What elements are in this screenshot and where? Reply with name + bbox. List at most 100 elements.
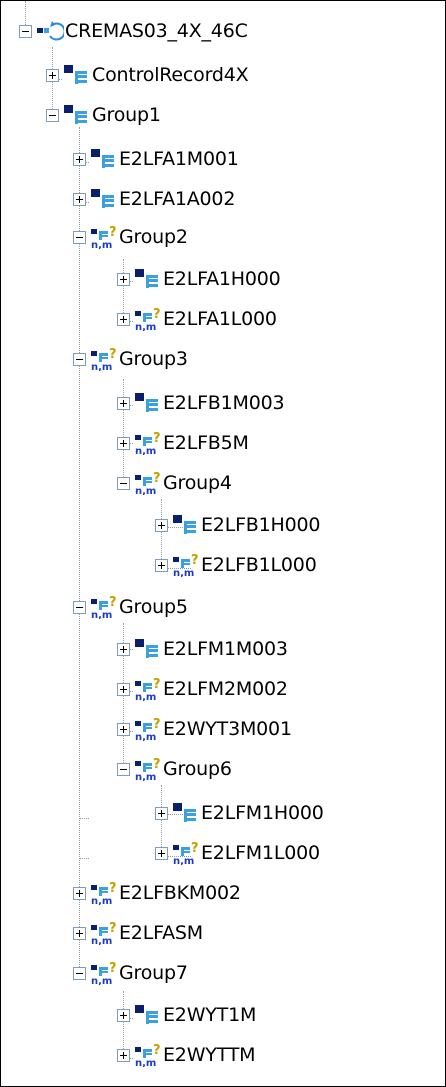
expand-icon[interactable] xyxy=(155,806,168,820)
expand-icon[interactable] xyxy=(46,68,59,82)
tree-node-label: E2LFM2M002 xyxy=(163,678,288,700)
svg-text:n,m: n,m xyxy=(135,1058,156,1067)
svg-text:?: ? xyxy=(153,307,161,322)
tree-node-label: Group2 xyxy=(119,226,188,248)
expand-icon[interactable] xyxy=(155,558,168,572)
collapse-icon[interactable] xyxy=(73,230,86,244)
tree-node-e2lfasm[interactable]: ? n,m E2LFASM xyxy=(73,915,203,951)
tree-node-label: Group5 xyxy=(119,596,188,618)
svg-text:n,m: n,m xyxy=(135,772,156,781)
tree-node-label: Group1 xyxy=(92,104,161,126)
segment-icon xyxy=(91,189,114,208)
optional-multiple-segment-icon: ? n,m xyxy=(91,881,117,905)
expand-icon[interactable] xyxy=(117,642,130,656)
expand-icon[interactable] xyxy=(73,926,86,940)
svg-text:n,m: n,m xyxy=(135,692,156,701)
expand-icon[interactable] xyxy=(117,396,130,410)
svg-text:?: ? xyxy=(153,471,161,486)
tree-node-cremas03-4x-46c[interactable]: CREMAS03_4X_46C xyxy=(19,13,248,49)
collapse-icon[interactable] xyxy=(19,24,32,38)
expand-icon[interactable] xyxy=(73,152,86,166)
collapse-icon[interactable] xyxy=(117,762,130,776)
segment-icon xyxy=(64,65,87,84)
tree-node-e2wyt1m[interactable]: E2WYT1M xyxy=(117,997,256,1033)
tree-node-e2lfa1a002[interactable]: E2LFA1A002 xyxy=(73,181,235,217)
expand-icon[interactable] xyxy=(117,682,130,696)
collapse-icon[interactable] xyxy=(117,476,130,490)
tree-node-group2[interactable]: ? n,m Group2 xyxy=(73,219,188,255)
tree-node-label: E2LFA1M001 xyxy=(119,148,239,170)
tree-node-e2lfa1m001[interactable]: E2LFA1M001 xyxy=(73,141,239,177)
expand-icon[interactable] xyxy=(73,192,86,206)
segment-icon xyxy=(135,393,158,412)
tree-node-controlrecord4x[interactable]: ControlRecord4X xyxy=(46,57,249,93)
tree-node-label: Group7 xyxy=(119,962,188,984)
tree-connector-line xyxy=(79,858,89,859)
expand-icon[interactable] xyxy=(117,436,130,450)
tree-node-label: ControlRecord4X xyxy=(92,64,249,86)
tree-node-e2wyt3m001[interactable]: ? n,m E2WYT3M001 xyxy=(117,711,292,747)
tree-node-e2lfm1m003[interactable]: E2LFM1M003 xyxy=(117,631,288,667)
tree-node-label: Group6 xyxy=(163,758,232,780)
optional-multiple-segment-icon: ? n,m xyxy=(135,471,161,495)
svg-text:n,m: n,m xyxy=(91,976,112,985)
segment-icon xyxy=(64,105,87,124)
tree-node-group3[interactable]: ? n,m Group3 xyxy=(73,341,188,377)
tree-node-group1[interactable]: Group1 xyxy=(46,97,161,133)
segment-icon xyxy=(91,149,114,168)
tree-node-e2lfb5m[interactable]: ? n,m E2LFB5M xyxy=(117,425,249,461)
collapse-icon[interactable] xyxy=(73,352,86,366)
tree-node-label: E2LFM1H000 xyxy=(201,802,324,824)
expand-icon[interactable] xyxy=(73,886,86,900)
tree-node-e2lfb1h000[interactable]: E2LFB1H000 xyxy=(155,507,320,543)
tree-node-group7[interactable]: ? n,m Group7 xyxy=(73,955,188,991)
tree-node-label: E2WYT3M001 xyxy=(163,718,292,740)
expand-icon[interactable] xyxy=(117,722,130,736)
tree-node-e2lfm2m002[interactable]: ? n,m E2LFM2M002 xyxy=(117,671,288,707)
expand-icon[interactable] xyxy=(117,1048,130,1062)
expand-icon[interactable] xyxy=(155,846,168,860)
collapse-icon[interactable] xyxy=(73,600,86,614)
optional-multiple-segment-icon: ? n,m xyxy=(91,921,117,945)
tree-node-e2lfm1l000[interactable]: ? n,m E2LFM1L000 xyxy=(155,835,320,871)
expand-icon[interactable] xyxy=(155,518,168,532)
tree-node-e2lfm1h000[interactable]: E2LFM1H000 xyxy=(155,795,324,831)
svg-text:n,m: n,m xyxy=(91,896,112,905)
tree-node-label: E2LFASM xyxy=(119,922,203,944)
tree-node-e2lfa1l000[interactable]: ? n,m E2LFA1L000 xyxy=(117,301,277,337)
svg-text:?: ? xyxy=(153,677,161,692)
tree-node-e2lfb1l000[interactable]: ? n,m E2LFB1L000 xyxy=(155,547,317,583)
tree-node-group4[interactable]: ? n,m Group4 xyxy=(117,465,232,501)
svg-text:?: ? xyxy=(109,921,117,936)
optional-multiple-segment-icon: ? n,m xyxy=(91,347,117,371)
svg-text:?: ? xyxy=(191,553,199,568)
svg-text:?: ? xyxy=(109,961,117,976)
tree-node-e2lfb1m003[interactable]: E2LFB1M003 xyxy=(117,385,285,421)
tree-node-e2wyttm[interactable]: ? n,m E2WYTTM xyxy=(117,1037,256,1073)
expand-icon[interactable] xyxy=(117,1008,130,1022)
tree-node-label: E2LFB1H000 xyxy=(201,514,321,536)
segment-icon xyxy=(173,803,196,822)
optional-multiple-segment-icon: ? n,m xyxy=(135,1043,161,1067)
tree-node-label: Group3 xyxy=(119,348,188,370)
tree-node-group6[interactable]: ? n,m Group6 xyxy=(117,751,232,787)
tree-node-label: E2WYT1M xyxy=(163,1004,257,1026)
collapse-icon[interactable] xyxy=(73,966,86,980)
optional-multiple-segment-icon: ? n,m xyxy=(91,225,117,249)
tree-node-group5[interactable]: ? n,m Group5 xyxy=(73,589,188,625)
tree-node-label: E2LFA1H000 xyxy=(163,268,281,290)
svg-text:?: ? xyxy=(191,841,199,856)
tree-node-e2lfbkm002[interactable]: ? n,m E2LFBKM002 xyxy=(73,875,241,911)
svg-text:?: ? xyxy=(153,1043,161,1058)
tree-node-label: E2LFBKM002 xyxy=(119,882,241,904)
expand-icon[interactable] xyxy=(117,272,130,286)
segment-icon xyxy=(173,515,196,534)
svg-text:n,m: n,m xyxy=(91,362,112,371)
expand-icon[interactable] xyxy=(117,312,130,326)
tree-node-e2lfa1h000[interactable]: E2LFA1H000 xyxy=(117,261,281,297)
idoc-basic-type-icon xyxy=(37,21,64,41)
svg-text:n,m: n,m xyxy=(135,732,156,741)
tree-node-label: E2LFB1L000 xyxy=(201,554,317,576)
svg-text:?: ? xyxy=(109,595,117,610)
collapse-icon[interactable] xyxy=(46,108,59,122)
